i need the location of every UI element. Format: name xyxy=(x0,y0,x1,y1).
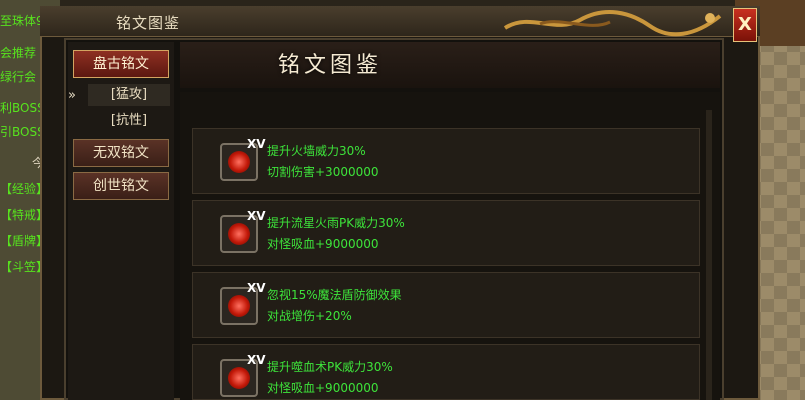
tier-badge: XV xyxy=(247,137,266,151)
row-effect-secondary: 对怪吸血+9000000 xyxy=(267,381,379,395)
tier-badge: XV xyxy=(247,353,266,367)
row-effect-primary: 忽视15%魔法盾防御效果 xyxy=(267,288,402,302)
row-effect-secondary: 对怪吸血+9000000 xyxy=(267,237,379,251)
bg-text-5[interactable]: 引BOSS xyxy=(0,125,45,139)
scrollbar[interactable] xyxy=(706,110,712,400)
row-effect-primary: 提升流星火雨PK威力30% xyxy=(267,216,405,230)
double-chevron-right-icon: » xyxy=(68,88,76,103)
row-effect-secondary: 对战增伤+20% xyxy=(267,309,352,323)
dragon-ornament-icon xyxy=(503,10,722,37)
tier-badge: XV xyxy=(247,209,266,223)
tier-badge: XV xyxy=(247,281,266,295)
list-item[interactable] xyxy=(192,272,700,338)
sub-item-fierce-attack[interactable]: [猛攻] xyxy=(88,84,170,106)
row-effect-primary: 提升火墙威力30% xyxy=(267,144,366,158)
window-title: 铭文图鉴 xyxy=(115,14,180,32)
row-effect-primary: 提升噬血术PK威力30% xyxy=(267,360,393,374)
page-title: 铭文图鉴 xyxy=(277,53,382,78)
sub-item-resistance[interactable]: [抗性] xyxy=(88,110,170,132)
row-effect-secondary: 切割伤害+3000000 xyxy=(267,165,379,179)
bg-text-2[interactable]: 会推荐 xyxy=(0,46,36,60)
bg-text-3[interactable]: 绿行会 xyxy=(0,70,36,84)
close-button[interactable]: X xyxy=(733,8,757,42)
tab-pangu-inscription[interactable]: 盘古铭文 xyxy=(73,50,169,78)
tab-wushuang-inscription[interactable]: 无双铭文 xyxy=(73,139,169,167)
list-item[interactable] xyxy=(192,128,700,194)
list-item[interactable] xyxy=(192,200,700,266)
bg-text-4[interactable]: 利BOSS xyxy=(0,101,45,115)
tab-chuangshi-inscription[interactable]: 创世铭文 xyxy=(73,172,169,200)
